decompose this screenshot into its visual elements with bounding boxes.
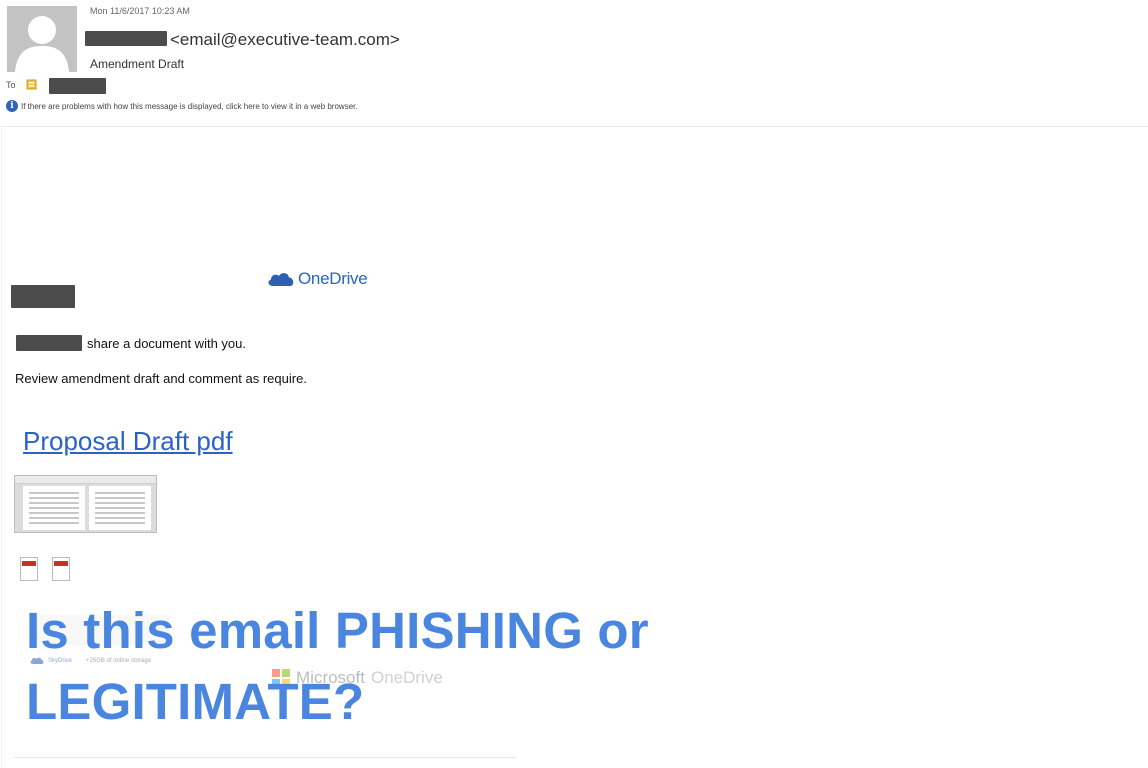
- onedrive-brand-text: OneDrive: [298, 269, 368, 288]
- pdf-file-icon[interactable]: [52, 557, 70, 581]
- contact-card-icon: [26, 79, 37, 90]
- phishing-question-overlay: Is this email PHISHING or LEGITIMATE?: [26, 595, 649, 738]
- info-icon: i: [6, 100, 18, 112]
- share-message: share a document with you.: [87, 336, 246, 351]
- sharer-inline-redacted: [16, 335, 82, 351]
- pdf-file-icon[interactable]: [20, 557, 38, 581]
- person-silhouette-icon: [7, 6, 77, 72]
- overlay-line-2: LEGITIMATE?: [26, 673, 365, 731]
- onedrive-cloud-icon: [268, 273, 294, 286]
- onedrive-logo: OneDrive: [266, 269, 368, 289]
- review-instruction: Review amendment draft and comment as re…: [15, 371, 307, 386]
- overlay-line-1: Is this email PHISHING or: [26, 602, 649, 659]
- sender-name-redacted: [85, 31, 167, 46]
- sharer-name-redacted: [11, 285, 75, 308]
- web-browser-notice[interactable]: i If there are problems with how this me…: [6, 99, 358, 113]
- proposal-draft-link[interactable]: Proposal Draft pdf: [23, 426, 233, 457]
- header-divider: [0, 126, 1148, 127]
- to-label: To: [6, 80, 16, 90]
- sender-avatar: [7, 6, 77, 72]
- web-browser-notice-text[interactable]: If there are problems with how this mess…: [21, 102, 358, 111]
- email-subject: Amendment Draft: [90, 57, 185, 71]
- sender-email: <email@executive-team.com>: [170, 30, 400, 49]
- document-preview-thumbnail[interactable]: [14, 475, 157, 533]
- recipient-redacted: [49, 78, 106, 94]
- body-left-border: [1, 127, 2, 768]
- footer-divider: [14, 757, 516, 758]
- received-datetime: Mon 11/6/2017 10:23 AM: [90, 6, 190, 16]
